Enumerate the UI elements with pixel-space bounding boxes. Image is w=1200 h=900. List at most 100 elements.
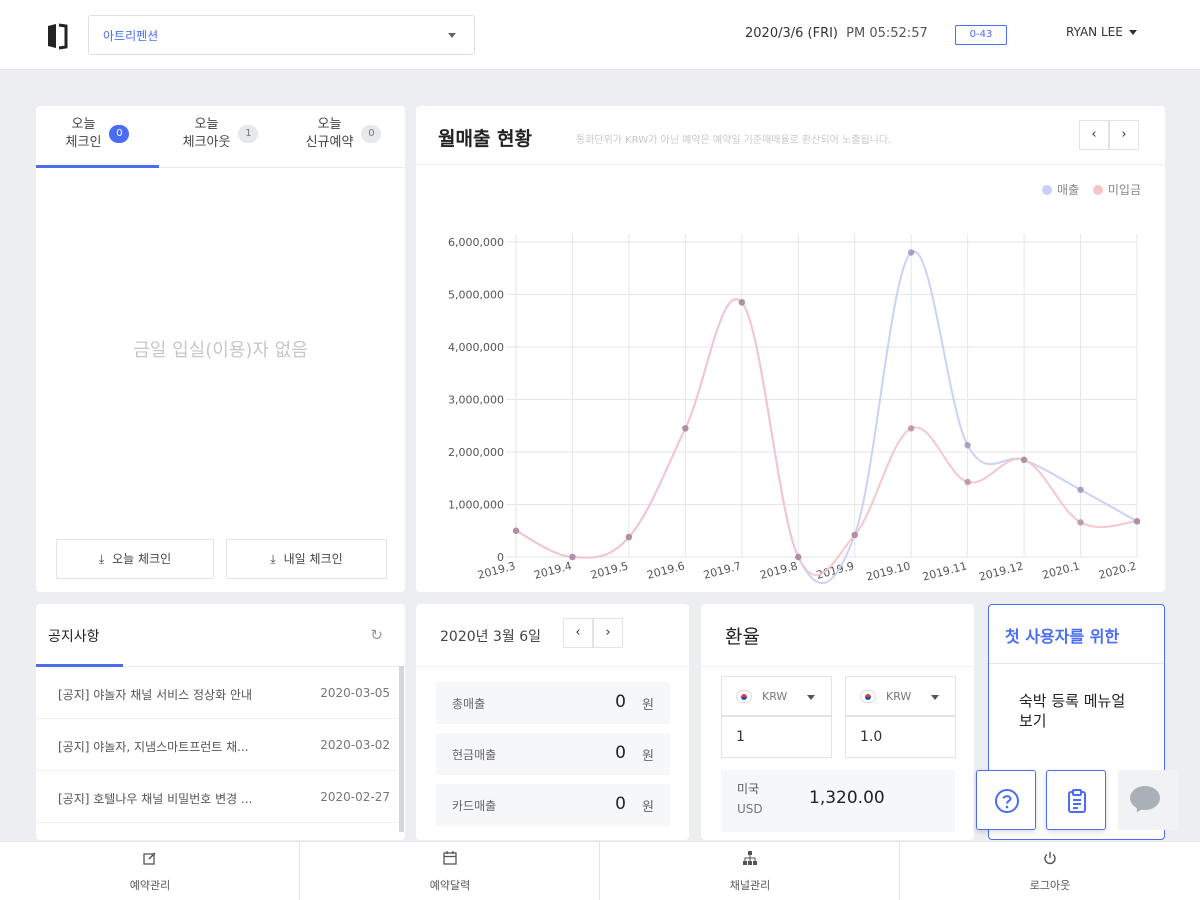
y-tick-label: 1,000,000 <box>448 499 504 512</box>
sales-prev-day-button[interactable]: ‹ <box>563 618 593 648</box>
nav-channel-management[interactable]: 채널관리 <box>600 842 900 900</box>
x-tick-label: 2020.2 <box>1097 559 1138 582</box>
korea-flag-icon <box>860 690 876 703</box>
count-badge: 0 <box>361 125 382 143</box>
y-tick-label: 2,000,000 <box>448 446 504 459</box>
data-point-unpaid <box>569 553 576 561</box>
sales-next-day-button[interactable]: › <box>593 618 623 648</box>
top-header: 아트리펜션 2020/3/6 (FRI) PM 05:52:57 0-43 RY… <box>0 0 1200 70</box>
nav-reservation-calendar[interactable]: 예약달력 <box>300 842 600 900</box>
sales-line-chart: 01,000,0002,000,0003,000,0004,000,0005,0… <box>448 234 1141 585</box>
notice-row[interactable]: [공지] 야놀자 채널 서비스 정상화 안내 2020-03-05 <box>36 667 398 719</box>
data-point-unpaid <box>795 553 802 561</box>
series-line-sales <box>515 250 1138 585</box>
guide-title: 첫 사용자를 위한 <box>1005 627 1120 646</box>
button-label: 내일 체크인 <box>283 552 343 566</box>
data-point-sales <box>1077 486 1084 493</box>
from-currency-select[interactable]: KRW <box>721 676 832 716</box>
notes-button[interactable] <box>1046 770 1106 830</box>
korea-flag-icon <box>736 690 752 703</box>
property-select[interactable]: 아트리펜션 <box>88 15 475 55</box>
notice-item-title: [공지] 야놀자 채널 서비스 정상화 안내 <box>58 688 253 702</box>
notice-row[interactable]: [공지] 호텔나우 채널 비밀번호 변경 ... 2020-02-27 <box>36 771 398 823</box>
x-tick-label: 2019.6 <box>646 559 687 582</box>
data-point-unpaid <box>964 478 971 486</box>
clipboard-icon <box>1068 789 1086 813</box>
x-tick-label: 2019.4 <box>533 559 574 582</box>
usd-rate-row: 미국 USD 1,320.00 <box>721 770 955 832</box>
today-checkin-download-button[interactable]: ⤓ 오늘 체크인 <box>56 539 214 579</box>
tab-today-checkin[interactable]: 오늘 체크인 0 <box>36 116 159 168</box>
x-tick-label: 2019.11 <box>921 559 968 583</box>
y-tick-label: 3,000,000 <box>448 394 504 407</box>
sales-row-card: 카드매출 0 원 <box>436 784 670 826</box>
data-point-unpaid <box>1133 518 1141 525</box>
notice-item-title: [공지] 야놀자, 지냄스마트프런트 채... <box>58 740 249 754</box>
data-point-unpaid <box>512 527 520 534</box>
data-point-unpaid <box>1077 519 1084 526</box>
from-amount-input[interactable]: 1 <box>721 716 832 758</box>
user-menu[interactable]: RYAN LEE <box>1066 25 1137 39</box>
edit-icon <box>143 852 156 865</box>
count-badge: 1 <box>238 125 259 143</box>
tab-today-new-reservation[interactable]: 오늘신규예약 0 <box>282 116 405 168</box>
data-point-unpaid <box>625 533 633 541</box>
help-button[interactable] <box>976 770 1036 830</box>
sales-row-unit: 원 <box>642 749 654 764</box>
nav-logout[interactable]: 로그아웃 <box>900 842 1200 900</box>
button-label: 오늘 체크인 <box>112 552 172 566</box>
nav-label: 채널관리 <box>729 879 771 892</box>
chat-bubble-icon <box>1130 786 1160 810</box>
bottom-nav: 예약관리 예약달력 채널관리 로그아웃 <box>0 841 1200 900</box>
nav-label: 예약달력 <box>429 879 471 892</box>
x-tick-label: 2019.5 <box>589 559 630 582</box>
sales-row-cash: 현금매출 0 원 <box>436 733 670 775</box>
x-tick-label: 2019.10 <box>865 559 912 583</box>
divider <box>701 666 974 667</box>
download-icon: ⤓ <box>270 552 276 566</box>
exchange-rate-card: 환율 KRW KRW 1 1.0 미국 USD 1,320.00 <box>701 604 974 840</box>
x-tick-label: 2019.8 <box>758 559 799 582</box>
chat-button[interactable] <box>1118 770 1178 830</box>
notice-row[interactable]: [공지] 야놀자, 지냄스마트프런트 채... 2020-03-02 <box>36 719 398 771</box>
currency-code: KRW <box>762 690 788 703</box>
tab-today-checkout[interactable]: 오늘 체크아웃 1 <box>159 116 282 168</box>
nav-reservation-management[interactable]: 예약관리 <box>0 842 300 900</box>
sales-date: 2020년 3월 6일 <box>440 629 541 645</box>
current-date: 2020/3/6 (FRI) <box>745 26 839 41</box>
session-timer-badge[interactable]: 0-43 <box>955 25 1007 45</box>
checkin-card: 오늘 체크인 0 오늘 체크아웃 1 오늘 신규예약 0 금일 입실(이용)자 없음 ⤓ 오늘… <box>36 106 405 592</box>
notice-item-date: 2020-03-02 <box>320 738 390 752</box>
data-point-unpaid <box>851 531 858 539</box>
sales-row-total: 총매출 0 원 <box>436 682 670 724</box>
checkin-tabs: 오늘 체크인 0 오늘 체크아웃 1 오늘 신규예약 0 <box>36 106 405 168</box>
data-point-unpaid <box>1020 456 1028 464</box>
currency-code: USD <box>737 802 763 816</box>
x-tick-label: 2019.9 <box>815 559 856 582</box>
chevron-down-icon <box>807 695 815 700</box>
guide-link[interactable]: 숙박 등록 메뉴얼 보기 <box>1019 691 1139 731</box>
exchange-rate-value: 1,320.00 <box>809 788 885 808</box>
notice-scrollbar[interactable] <box>399 666 404 832</box>
to-amount-input[interactable]: 1.0 <box>845 716 956 758</box>
refresh-icon[interactable]: ↻ <box>370 626 383 644</box>
logo-icon[interactable] <box>44 22 70 50</box>
sales-row-label: 총매출 <box>452 697 486 711</box>
notice-item-date: 2020-03-05 <box>320 686 390 700</box>
sales-row-value: 0 <box>615 692 626 712</box>
tab-label-line2: 체크인 <box>65 135 102 150</box>
calendar-icon <box>443 851 457 865</box>
sales-row-label: 현금매출 <box>452 748 497 762</box>
tomorrow-checkin-download-button[interactable]: ⤓ 내일 체크인 <box>226 539 387 579</box>
x-tick-label: 2019.7 <box>702 559 743 582</box>
sales-row-value: 0 <box>615 743 626 763</box>
download-icon: ⤓ <box>98 552 105 566</box>
question-icon <box>995 789 1019 813</box>
tab-label-line1: 오늘 <box>317 117 342 132</box>
currency-country: 미국 <box>737 782 760 796</box>
chevron-down-icon <box>448 33 456 38</box>
notice-item-title: [공지] 호텔나우 채널 비밀번호 변경 ... <box>58 792 253 806</box>
to-currency-select[interactable]: KRW <box>845 676 956 716</box>
tab-label-line1: 오늘 <box>194 117 219 132</box>
tab-label-line2: 신규예약 <box>305 135 354 150</box>
